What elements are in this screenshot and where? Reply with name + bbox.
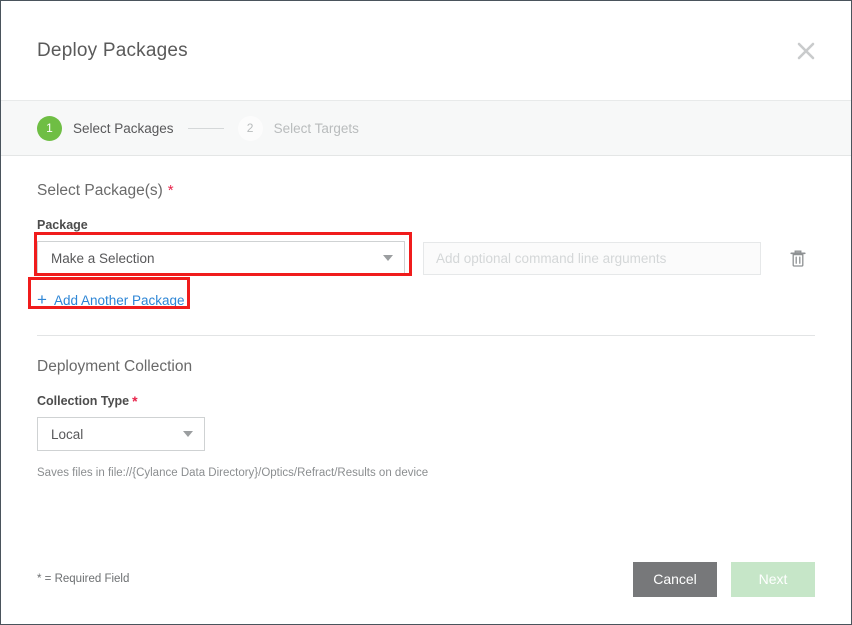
section-divider bbox=[37, 335, 815, 336]
add-another-package-label: Add Another Package bbox=[53, 293, 185, 308]
select-packages-heading-text: Select Package(s) bbox=[37, 182, 163, 199]
deployment-collection-heading-text: Deployment Collection bbox=[37, 358, 193, 375]
dialog-footer: * = Required Field Cancel Next bbox=[1, 534, 851, 624]
select-packages-heading: Select Package(s) * bbox=[37, 182, 815, 200]
page-title: Deploy Packages bbox=[37, 39, 188, 61]
chevron-down-icon bbox=[183, 431, 193, 437]
step-1-label: Select Packages bbox=[73, 120, 174, 136]
step-2-label: Select Targets bbox=[273, 120, 359, 136]
collection-help-text: Saves files in file://{Cylance Data Dire… bbox=[37, 467, 429, 479]
collection-type-select[interactable]: Local bbox=[37, 417, 205, 451]
deployment-collection-heading: Deployment Collection bbox=[37, 358, 815, 376]
package-field-label: Package bbox=[37, 218, 815, 232]
collection-type-label: Collection Type * bbox=[37, 394, 815, 408]
collection-type-value: Local bbox=[51, 426, 84, 442]
package-row: Make a Selection bbox=[37, 241, 815, 275]
package-select[interactable]: Make a Selection bbox=[37, 241, 405, 275]
trash-icon[interactable] bbox=[785, 245, 811, 271]
next-button[interactable]: Next bbox=[731, 561, 815, 597]
dialog-body: Select Package(s) * Package Make a Selec… bbox=[1, 156, 851, 479]
deploy-packages-dialog: Deploy Packages 1 Select Packages 2 Sele… bbox=[0, 0, 852, 625]
collection-type-label-text: Collection Type bbox=[37, 394, 130, 408]
required-asterisk: * bbox=[167, 182, 174, 199]
plus-icon: + bbox=[37, 290, 47, 309]
cancel-button[interactable]: Cancel bbox=[633, 561, 717, 597]
step-connector bbox=[187, 127, 224, 129]
dialog-header: Deploy Packages bbox=[1, 1, 851, 100]
step-2-number: 2 bbox=[237, 115, 263, 141]
package-field-label-text: Package bbox=[37, 218, 88, 232]
step-select-packages[interactable]: 1 Select Packages bbox=[37, 115, 174, 141]
add-another-package-button[interactable]: + Add Another Package bbox=[37, 290, 185, 309]
required-field-note: * = Required Field bbox=[37, 573, 130, 585]
package-select-value: Make a Selection bbox=[51, 250, 155, 266]
chevron-down-icon bbox=[383, 255, 393, 261]
required-asterisk: * bbox=[132, 393, 138, 409]
step-1-number: 1 bbox=[37, 115, 62, 141]
step-select-targets[interactable]: 2 Select Targets bbox=[237, 115, 359, 141]
close-icon[interactable] bbox=[789, 34, 823, 68]
wizard-stepper: 1 Select Packages 2 Select Targets bbox=[1, 100, 851, 156]
command-line-arguments-input[interactable] bbox=[423, 241, 761, 275]
footer-buttons: Cancel Next bbox=[633, 561, 815, 597]
